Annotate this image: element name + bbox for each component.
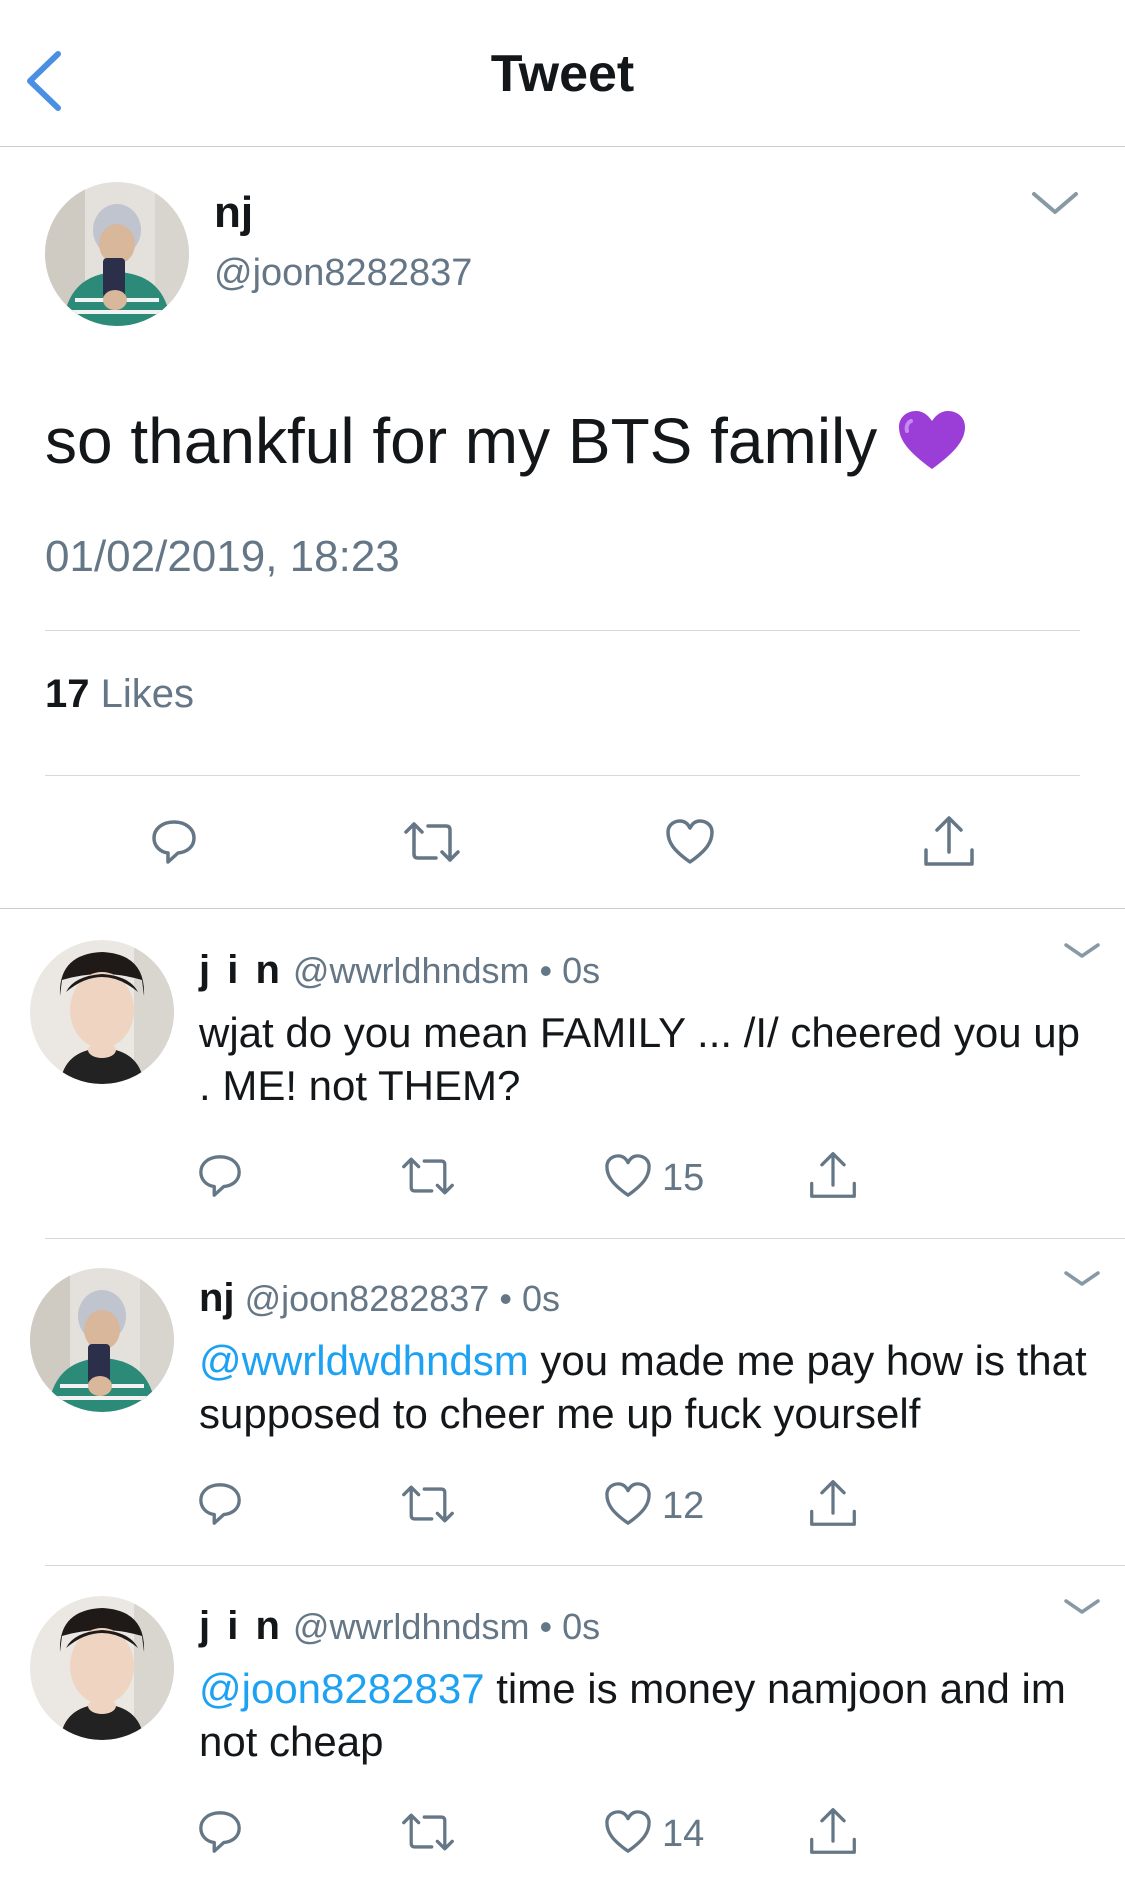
avatar[interactable] <box>30 1596 174 1740</box>
reply-meta: nj @joon8282837 • 0s <box>199 1276 560 1321</box>
author-name[interactable]: nj <box>214 188 253 238</box>
retweet-icon <box>402 1157 454 1195</box>
tweet-options-button[interactable] <box>1062 1268 1102 1295</box>
like-count: 14 <box>662 1813 705 1855</box>
divider <box>0 908 1125 909</box>
chevron-down-icon <box>1064 1599 1100 1614</box>
retweet-icon <box>402 1813 454 1851</box>
retweet-button[interactable] <box>400 1153 456 1204</box>
reply-time: • 0s <box>539 950 601 991</box>
retweet-icon <box>404 822 460 862</box>
like-count: 15 <box>662 1157 705 1199</box>
reply-author-name[interactable]: nj <box>199 1276 235 1320</box>
purple-heart-icon <box>897 409 967 488</box>
tweet-text-content: so thankful for my BTS family <box>45 405 878 477</box>
retweet-icon <box>402 1485 454 1523</box>
heart-icon <box>605 1482 651 1525</box>
likes-link[interactable]: 17 Likes <box>45 672 194 717</box>
share-icon <box>810 1480 856 1526</box>
avatar[interactable] <box>30 1268 174 1412</box>
heart-icon <box>605 1154 651 1197</box>
tweet-timestamp: 01/02/2019, 18:23 <box>45 532 400 581</box>
reply-author-handle[interactable]: @wwrldhndsm <box>293 1606 530 1647</box>
heart-icon <box>666 819 714 864</box>
divider <box>45 1238 1125 1239</box>
retweet-button[interactable] <box>400 1481 456 1532</box>
share-icon <box>810 1152 856 1198</box>
reply-author-handle[interactable]: @wwrldhndsm <box>293 950 530 991</box>
tweet-options-button[interactable] <box>1030 188 1080 223</box>
reply-text: @wwrldwdhndsm you made me pay how is tha… <box>199 1334 1089 1440</box>
likes-label: Likes <box>100 672 195 716</box>
page-title: Tweet <box>490 45 635 103</box>
avatar[interactable] <box>30 940 174 1084</box>
reply-text: @joon8282837 time is money namjoon and i… <box>199 1662 1089 1768</box>
share-button[interactable] <box>808 1150 858 1205</box>
avatar[interactable] <box>45 182 189 326</box>
reply-button[interactable] <box>197 1481 243 1532</box>
like-button[interactable] <box>604 1809 652 1860</box>
reply-meta: j i n @wwrldhndsm • 0s <box>199 1604 600 1649</box>
heart-icon <box>605 1810 651 1853</box>
chevron-down-icon <box>1064 943 1100 958</box>
reply-button[interactable] <box>197 1153 243 1204</box>
reply-icon <box>199 1811 241 1853</box>
reply-button[interactable] <box>150 818 198 871</box>
likes-count: 17 <box>45 672 90 716</box>
retweet-button[interactable] <box>402 818 462 871</box>
reply-author-handle[interactable]: @joon8282837 <box>245 1278 490 1319</box>
reply-time: • 0s <box>499 1278 560 1319</box>
tweet-options-button[interactable] <box>1062 940 1102 967</box>
like-button[interactable] <box>604 1481 652 1532</box>
like-button[interactable] <box>604 1153 652 1204</box>
tweet-text: so thankful for my BTS family <box>45 404 967 488</box>
tweet-options-button[interactable] <box>1062 1596 1102 1623</box>
share-icon <box>810 1808 856 1854</box>
reply-mention[interactable]: @joon8282837 <box>199 1665 485 1712</box>
chevron-down-icon <box>1064 1271 1100 1286</box>
reply-mention[interactable]: @wwrldwdhndsm <box>199 1337 529 1384</box>
like-button[interactable] <box>665 818 715 871</box>
reply-text: wjat do you mean FAMILY ... /I/ cheered … <box>199 1006 1089 1112</box>
divider <box>45 775 1080 776</box>
share-button[interactable] <box>808 1806 858 1861</box>
retweet-button[interactable] <box>400 1809 456 1860</box>
like-count: 12 <box>662 1485 705 1527</box>
divider <box>45 630 1080 631</box>
share-icon <box>924 816 974 866</box>
chevron-down-icon <box>1032 192 1078 214</box>
reply-time: • 0s <box>539 1606 601 1647</box>
reply-author-name[interactable]: j i n <box>199 1604 283 1648</box>
share-button[interactable] <box>922 814 976 873</box>
author-handle[interactable]: @joon8282837 <box>214 252 472 295</box>
reply-author-name[interactable]: j i n <box>199 948 283 992</box>
nav-bar: Tweet <box>0 0 1125 147</box>
reply-text-content: wjat do you mean FAMILY ... /I/ cheered … <box>199 1009 1080 1109</box>
divider <box>45 1565 1125 1566</box>
reply-meta: j i n @wwrldhndsm • 0s <box>199 948 600 993</box>
reply-icon <box>199 1483 241 1525</box>
reply-icon <box>152 820 196 864</box>
reply-button[interactable] <box>197 1809 243 1860</box>
share-button[interactable] <box>808 1478 858 1533</box>
reply-icon <box>199 1155 241 1197</box>
